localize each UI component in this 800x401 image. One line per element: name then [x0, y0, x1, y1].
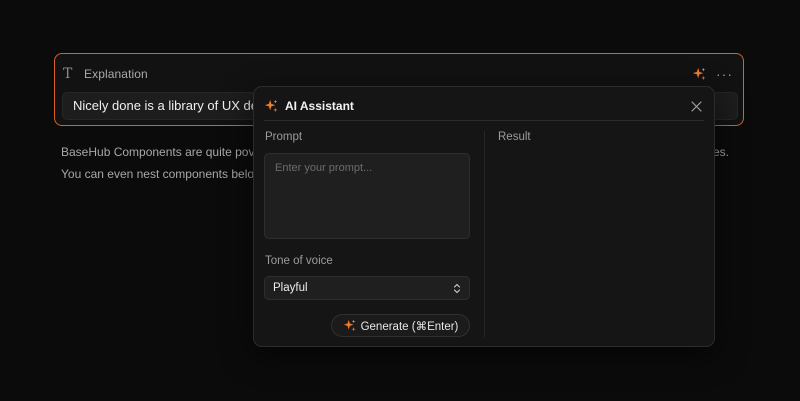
ai-assistant-modal: AI Assistant Prompt Result Tone of voice…	[253, 86, 715, 347]
page: T Explanation ··· Nicely done is a libra…	[0, 0, 800, 401]
prompt-label: Prompt	[265, 131, 303, 143]
sparkles-icon	[264, 99, 278, 113]
prompt-input[interactable]	[264, 153, 470, 239]
tone-select[interactable]: Playful	[264, 276, 470, 300]
body-text-line-2: You can even nest components belo	[61, 167, 255, 181]
sparkles-icon	[343, 319, 356, 332]
field-header: T Explanation ···	[63, 65, 733, 83]
chevron-up-down-icon	[453, 283, 461, 293]
tone-label: Tone of voice	[265, 255, 333, 267]
column-divider	[484, 131, 485, 337]
sparkles-icon[interactable]	[692, 67, 706, 81]
modal-divider	[264, 120, 704, 121]
field-label: Explanation	[84, 67, 148, 81]
modal-title: AI Assistant	[285, 99, 354, 113]
field-actions: ···	[692, 67, 733, 81]
close-icon	[690, 100, 702, 112]
more-horizontal-icon[interactable]: ···	[716, 67, 733, 81]
result-label: Result	[498, 131, 531, 143]
modal-header: AI Assistant	[264, 96, 704, 116]
body-text-line-1-tail: es.	[713, 145, 730, 159]
close-button[interactable]	[688, 98, 704, 114]
generate-label: Generate (⌘Enter)	[360, 320, 459, 333]
text-type-icon: T	[63, 66, 73, 82]
tone-value: Playful	[273, 282, 308, 294]
body-text-line-1: BaseHub Components are quite pov	[61, 145, 255, 159]
generate-button[interactable]: Generate (⌘Enter)	[331, 314, 470, 337]
